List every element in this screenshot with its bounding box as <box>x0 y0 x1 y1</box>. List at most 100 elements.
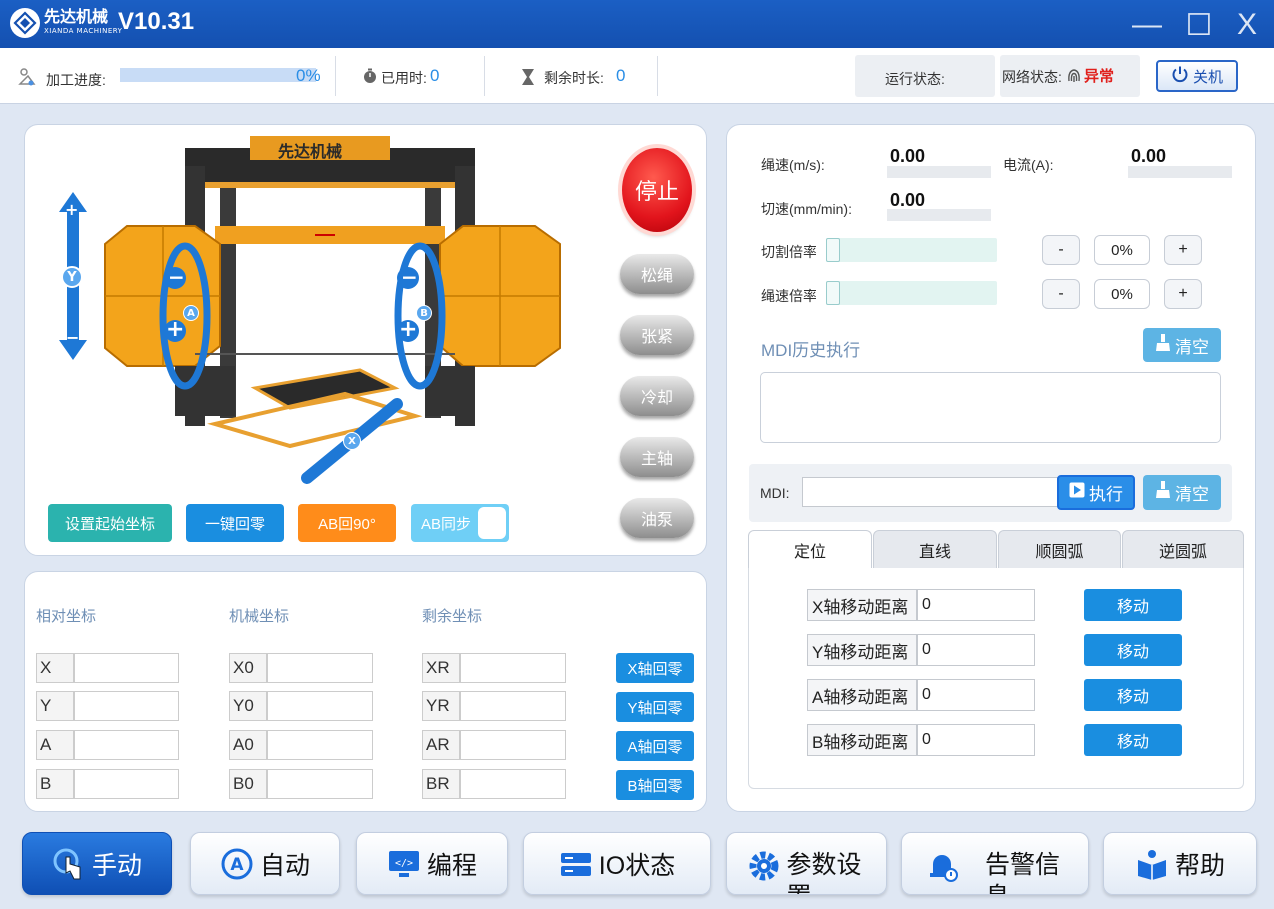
hourglass-icon <box>520 68 536 86</box>
cut-ratio-plus-button[interactable]: + <box>1164 235 1202 265</box>
rel-x-field[interactable] <box>74 653 179 683</box>
network-label: 网络状态: <box>1002 69 1062 85</box>
minimize-button[interactable]: — <box>1130 8 1164 42</box>
nav-manual[interactable]: 手动 <box>22 832 172 895</box>
a-move-label: A轴移动距离 <box>807 679 917 711</box>
hand-pointer-icon <box>52 847 86 881</box>
rel-a-field[interactable] <box>74 730 179 760</box>
cut-speed-label: 切速(mm/min): <box>761 201 852 217</box>
remaining-label: 剩余时长: <box>544 70 604 86</box>
a-plus-button[interactable]: + <box>166 317 184 342</box>
mach-y-field[interactable] <box>267 691 373 721</box>
spindle-button[interactable]: 主轴 <box>620 437 694 477</box>
rope-ratio-minus-button[interactable]: - <box>1042 279 1080 309</box>
b-plus-button[interactable]: + <box>399 317 417 342</box>
cut-ratio-slider[interactable] <box>826 238 997 262</box>
a-home-button[interactable]: A轴回零 <box>616 731 694 761</box>
progress-value: 0% <box>296 66 321 85</box>
tab-linear[interactable]: 直线 <box>873 530 997 568</box>
b-move-button[interactable]: 移动 <box>1084 724 1182 756</box>
clear-history-button[interactable]: 清空 <box>1143 328 1221 362</box>
maximize-button[interactable]: ☐ <box>1182 8 1216 42</box>
code-monitor-icon: </> <box>387 847 421 881</box>
coolant-button[interactable]: 冷却 <box>620 376 694 416</box>
network-status-value: 异常 <box>1084 68 1115 85</box>
mach-x-field[interactable] <box>267 653 373 683</box>
mach-b-field[interactable] <box>267 769 373 799</box>
rope-ratio-slider[interactable] <box>826 281 997 305</box>
oil-pump-button[interactable]: 油泵 <box>620 498 694 538</box>
execute-button[interactable]: 执行 <box>1057 475 1135 510</box>
shutdown-label: 关机 <box>1192 68 1223 86</box>
nav-parameters[interactable]: 参数设置 <box>726 832 887 895</box>
nav-help[interactable]: 帮助 <box>1103 832 1257 895</box>
y-move-input[interactable]: 0 <box>917 634 1035 666</box>
close-button[interactable]: X <box>1230 8 1264 42</box>
y-minus-button[interactable]: − <box>66 328 79 347</box>
rem-b-field[interactable] <box>460 769 566 799</box>
cut-ratio-value[interactable]: 0% <box>1094 235 1150 265</box>
y-home-button[interactable]: Y轴回零 <box>616 692 694 722</box>
rel-y-field[interactable] <box>74 691 179 721</box>
mdi-history-box[interactable] <box>760 372 1221 443</box>
b-home-button[interactable]: B轴回零 <box>616 770 694 800</box>
rel-y-label: Y <box>36 691 74 721</box>
b-move-input[interactable]: 0 <box>917 724 1035 756</box>
remaining-coords-title: 剩余坐标 <box>422 608 483 625</box>
ab-90-button[interactable]: AB回90° <box>298 504 396 542</box>
tension-button[interactable]: 张紧 <box>620 315 694 355</box>
b-move-label: B轴移动距离 <box>807 724 917 756</box>
cut-ratio-slider-thumb[interactable] <box>826 238 840 262</box>
a-move-button[interactable]: 移动 <box>1084 679 1182 711</box>
ab-sync-knob[interactable] <box>478 507 506 539</box>
cut-speed-underline <box>887 209 991 221</box>
x-move-input[interactable]: 0 <box>917 589 1035 621</box>
stop-button[interactable]: 停止 <box>622 148 692 232</box>
x-home-button[interactable]: X轴回零 <box>616 653 694 683</box>
x-move-button[interactable]: 移动 <box>1084 589 1182 621</box>
current-label: 电流(A): <box>1003 157 1054 173</box>
rem-y-label: YR <box>422 691 460 721</box>
nav-io-status[interactable]: IO状态 <box>523 832 711 895</box>
home-all-button[interactable]: 一键回零 <box>186 504 284 542</box>
rem-a-field[interactable] <box>460 730 566 760</box>
divider <box>484 56 485 96</box>
mdi-input[interactable] <box>802 477 1058 507</box>
rope-ratio-value[interactable]: 0% <box>1094 279 1150 309</box>
set-origin-button[interactable]: 设置起始坐标 <box>48 504 172 542</box>
a-minus-button[interactable]: − <box>168 265 185 289</box>
nav-alarms[interactable]: 告警信息 <box>901 832 1089 895</box>
mach-a-label: A0 <box>229 730 267 760</box>
nav-parameters-label: 参数设置 <box>786 851 862 894</box>
rel-b-field[interactable] <box>74 769 179 799</box>
rope-ratio-plus-button[interactable]: + <box>1164 279 1202 309</box>
execute-label: 执行 <box>1089 485 1123 504</box>
tab-cw-arc[interactable]: 顺圆弧 <box>998 530 1121 568</box>
mdi-input-label: MDI: <box>760 485 790 501</box>
nav-auto-label: 自动 <box>259 851 310 880</box>
clear-input-button[interactable]: 清空 <box>1143 475 1221 510</box>
tab-positioning[interactable]: 定位 <box>748 530 872 568</box>
loosen-rope-button[interactable]: 松绳 <box>620 254 694 294</box>
rem-y-field[interactable] <box>460 691 566 721</box>
cut-ratio-minus-button[interactable]: - <box>1042 235 1080 265</box>
y-plus-button[interactable]: + <box>65 200 78 219</box>
machine-coords-title: 机械坐标 <box>229 608 290 625</box>
rel-b-label: B <box>36 769 74 799</box>
a-move-input[interactable]: 0 <box>917 679 1035 711</box>
rem-x-field[interactable] <box>460 653 566 683</box>
rope-ratio-slider-thumb[interactable] <box>826 281 840 305</box>
divider <box>335 56 336 96</box>
nav-auto[interactable]: A 自动 <box>190 832 340 895</box>
app-version: V10.31 <box>118 8 195 35</box>
tab-ccw-arc[interactable]: 逆圆弧 <box>1122 530 1244 568</box>
mach-x-label: X0 <box>229 653 267 683</box>
y-move-button[interactable]: 移动 <box>1084 634 1182 666</box>
x-axis-label: X <box>343 432 361 450</box>
b-minus-button[interactable]: − <box>401 265 418 289</box>
rem-a-label: AR <box>422 730 460 760</box>
nav-programming[interactable]: </> 编程 <box>356 832 508 895</box>
fingerprint-icon <box>1066 65 1082 85</box>
shutdown-button[interactable]: 关机 <box>1156 60 1238 92</box>
mach-a-field[interactable] <box>267 730 373 760</box>
